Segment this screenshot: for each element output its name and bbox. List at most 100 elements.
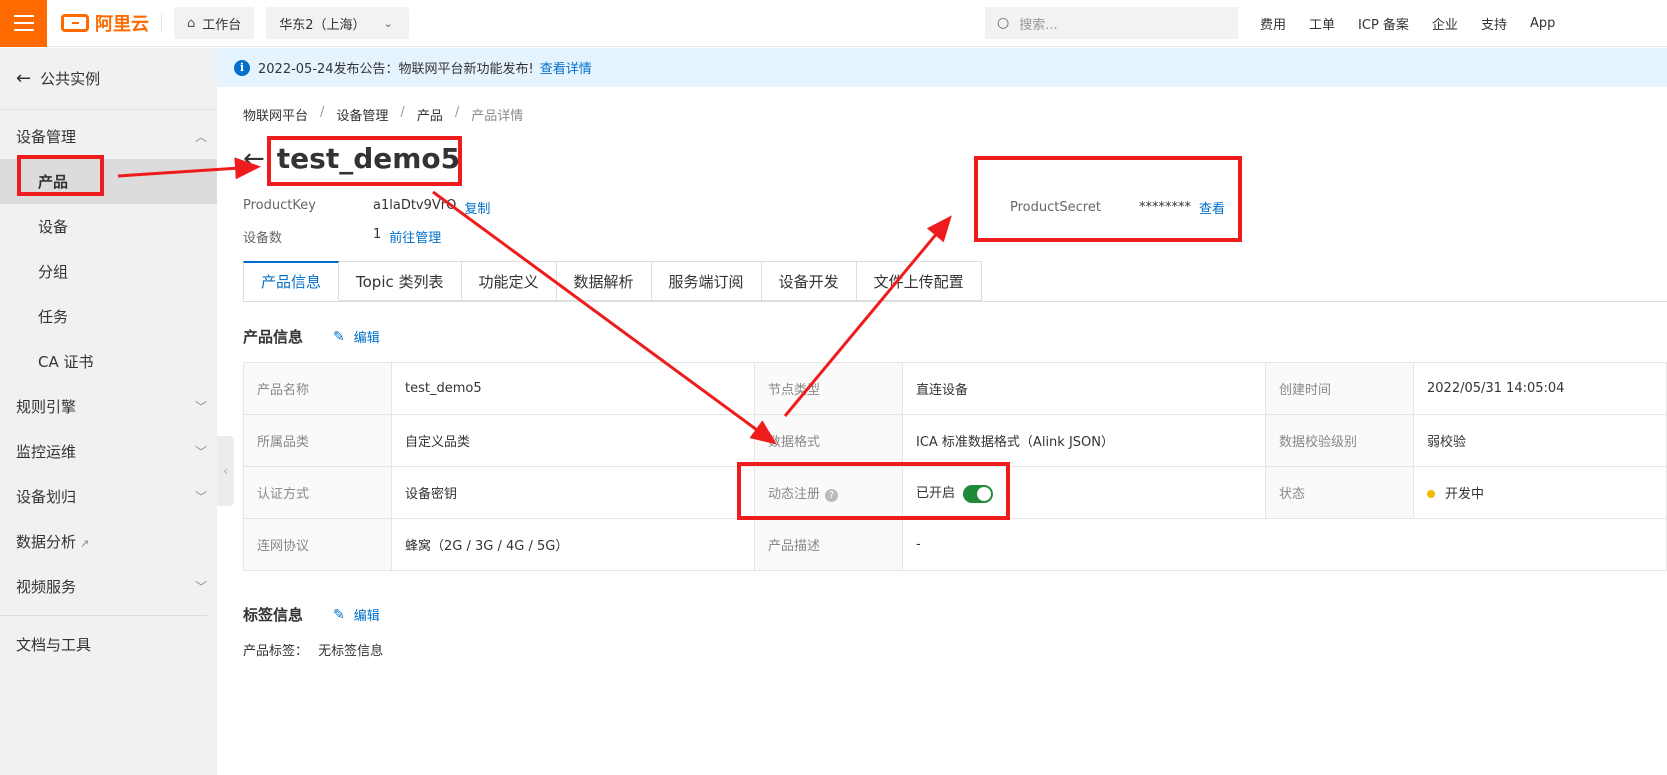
- device-count-row: 设备数 1 前往管理: [243, 227, 441, 246]
- tab-server-subscription[interactable]: 服务端订阅: [651, 261, 762, 301]
- product-key-row: ProductKey a1laDtv9VrO 复制: [243, 198, 490, 217]
- sidebar-group-data-analysis[interactable]: 数据分析 ↗: [0, 519, 217, 564]
- link-tickets[interactable]: 工单: [1309, 14, 1335, 33]
- status-dot-icon: [1427, 490, 1435, 498]
- edit-product-info-button[interactable]: ✎ 编辑: [333, 327, 380, 347]
- top-navigation-bar: 阿里云 ⌂ 工作台 华东2（上海） ⌄ ○ 搜索... 费用 工单 ICP 备案…: [0, 0, 1667, 47]
- field-label: 产品名称: [243, 362, 392, 415]
- copy-link[interactable]: 复制: [464, 198, 490, 217]
- field-value: test_demo5: [391, 362, 755, 415]
- dynamic-register-status: 已开启: [916, 486, 956, 502]
- announcement-banner: i 2022-05-24发布公告：物联网平台新功能发布! 查看详情: [217, 48, 1667, 87]
- dynamic-register-toggle[interactable]: [963, 484, 994, 503]
- field-value: 蜂窝（2G / 3G / 4G / 5G）: [391, 518, 755, 571]
- sidebar-group-label: 监控运维: [16, 443, 77, 461]
- breadcrumb-item[interactable]: 物联网平台: [243, 105, 308, 124]
- chevron-down-icon: ﹀: [194, 400, 207, 414]
- product-tags-row: 产品标签： 无标签信息: [243, 640, 383, 659]
- field-value: 直连设备: [902, 362, 1266, 415]
- announcement-text: 2022-05-24发布公告：物联网平台新功能发布!: [258, 62, 534, 77]
- region-label: 华东2（上海）: [279, 17, 366, 33]
- table-row: 认证方式 设备密钥 动态注册? 已开启 状态 开发中: [243, 466, 1667, 519]
- announcement-link[interactable]: 查看详情: [540, 58, 592, 77]
- field-value: 2022/05/31 14:05:04: [1413, 362, 1667, 415]
- tags-label: 产品标签：: [243, 644, 309, 659]
- edit-label: 编辑: [353, 331, 380, 346]
- workbench-button[interactable]: ⌂ 工作台: [174, 7, 255, 39]
- tags-value: 无标签信息: [318, 644, 384, 659]
- field-label: 所属品类: [243, 414, 392, 467]
- field-label-dynamic-register: 动态注册?: [754, 466, 903, 519]
- search-placeholder: 搜索...: [1019, 17, 1058, 33]
- page-header: ← test_demo5: [243, 142, 460, 175]
- product-tabs: 产品信息 Topic 类列表 功能定义 数据解析 服务端订阅 设备开发 文件上传…: [243, 261, 1667, 302]
- product-key-value: a1laDtv9VrO: [373, 198, 457, 213]
- breadcrumb-current: 产品详情: [471, 109, 524, 124]
- link-enterprise[interactable]: 企业: [1432, 14, 1458, 33]
- edit-tags-button[interactable]: ✎ 编辑: [333, 605, 380, 625]
- breadcrumb-item[interactable]: 设备管理: [336, 105, 388, 124]
- external-link-icon: ↗: [80, 537, 90, 550]
- aliyun-logo[interactable]: 阿里云: [61, 10, 149, 36]
- sidebar-group-rules-engine[interactable]: 规则引擎 ﹀: [0, 384, 217, 429]
- sidebar-group-device-transfer[interactable]: 设备划归 ﹀: [0, 474, 217, 519]
- table-row: 连网协议 蜂窝（2G / 3G / 4G / 5G） 产品描述 -: [243, 518, 1667, 571]
- divider: [161, 13, 162, 33]
- help-icon[interactable]: ?: [825, 489, 839, 502]
- sidebar-item-products[interactable]: 产品: [0, 159, 217, 204]
- back-label: 公共实例: [40, 70, 101, 88]
- edit-label: 编辑: [353, 609, 380, 624]
- tab-device-development[interactable]: 设备开发: [761, 261, 857, 301]
- chevron-down-icon: ﹀: [194, 445, 207, 459]
- field-value-status: 开发中: [1413, 466, 1667, 519]
- tab-product-info[interactable]: 产品信息: [243, 261, 340, 301]
- field-value: 设备密钥: [391, 466, 755, 519]
- field-label: 数据校验级别: [1265, 414, 1414, 467]
- field-label: 连网协议: [243, 518, 392, 571]
- status-text: 开发中: [1445, 487, 1485, 502]
- link-billing[interactable]: 费用: [1260, 14, 1286, 33]
- sidebar-item-groups[interactable]: 分组: [0, 249, 217, 294]
- field-label: 认证方式: [243, 466, 392, 519]
- hamburger-menu-icon[interactable]: [0, 0, 47, 47]
- link-support[interactable]: 支持: [1481, 14, 1507, 33]
- view-secret-link[interactable]: 查看: [1199, 198, 1225, 217]
- region-selector[interactable]: 华东2（上海） ⌄: [266, 7, 409, 39]
- pencil-icon: ✎: [333, 606, 345, 623]
- manage-devices-link[interactable]: 前往管理: [389, 227, 441, 246]
- sidebar-group-video-service[interactable]: 视频服务 ﹀: [0, 564, 217, 609]
- sidebar-docs-tools[interactable]: 文档与工具: [0, 622, 217, 667]
- brand-name: 阿里云: [95, 14, 149, 35]
- tab-data-parsing[interactable]: 数据解析: [556, 261, 652, 301]
- back-to-instances[interactable]: ← 公共实例: [0, 48, 217, 110]
- tab-file-upload-config[interactable]: 文件上传配置: [856, 261, 982, 301]
- sidebar-group-label: 视频服务: [16, 578, 77, 596]
- sidebar-group-label: 规则引擎: [16, 398, 77, 416]
- section-title: 标签信息: [243, 606, 304, 624]
- info-icon: i: [234, 59, 250, 76]
- sidebar-item-ca-cert[interactable]: CA 证书: [0, 339, 217, 384]
- tab-function-definition[interactable]: 功能定义: [461, 261, 557, 301]
- sidebar-group-label: 设备管理: [16, 128, 77, 146]
- sidebar-group-monitoring[interactable]: 监控运维 ﹀: [0, 429, 217, 474]
- chevron-up-icon: ︿: [194, 130, 207, 144]
- chevron-down-icon: ﹀: [194, 580, 207, 594]
- sidebar-group-device-management[interactable]: 设备管理 ︿: [0, 114, 217, 159]
- tab-topic-list[interactable]: Topic 类列表: [339, 261, 462, 301]
- sidebar-item-jobs[interactable]: 任务: [0, 294, 217, 339]
- link-app[interactable]: App: [1530, 16, 1555, 31]
- device-count-value: 1: [373, 227, 382, 242]
- back-arrow-icon[interactable]: ←: [243, 144, 265, 174]
- chevron-down-icon: ﹀: [194, 490, 207, 504]
- search-input[interactable]: ○ 搜索...: [985, 7, 1238, 39]
- product-secret-label: ProductSecret: [1010, 200, 1101, 215]
- link-icp[interactable]: ICP 备案: [1358, 14, 1409, 33]
- sidebar-item-devices[interactable]: 设备: [0, 204, 217, 249]
- sidebar-collapse-handle[interactable]: ‹: [217, 436, 234, 506]
- field-value-dynamic-register: 已开启: [902, 466, 1266, 519]
- search-icon: ○: [997, 15, 1010, 31]
- product-info-table: 产品名称 test_demo5 节点类型 直连设备 创建时间 2022/05/3…: [243, 362, 1667, 571]
- field-value: 自定义品类: [391, 414, 755, 467]
- breadcrumb-item[interactable]: 产品: [417, 105, 443, 124]
- sidebar-group-label: 数据分析: [16, 533, 77, 551]
